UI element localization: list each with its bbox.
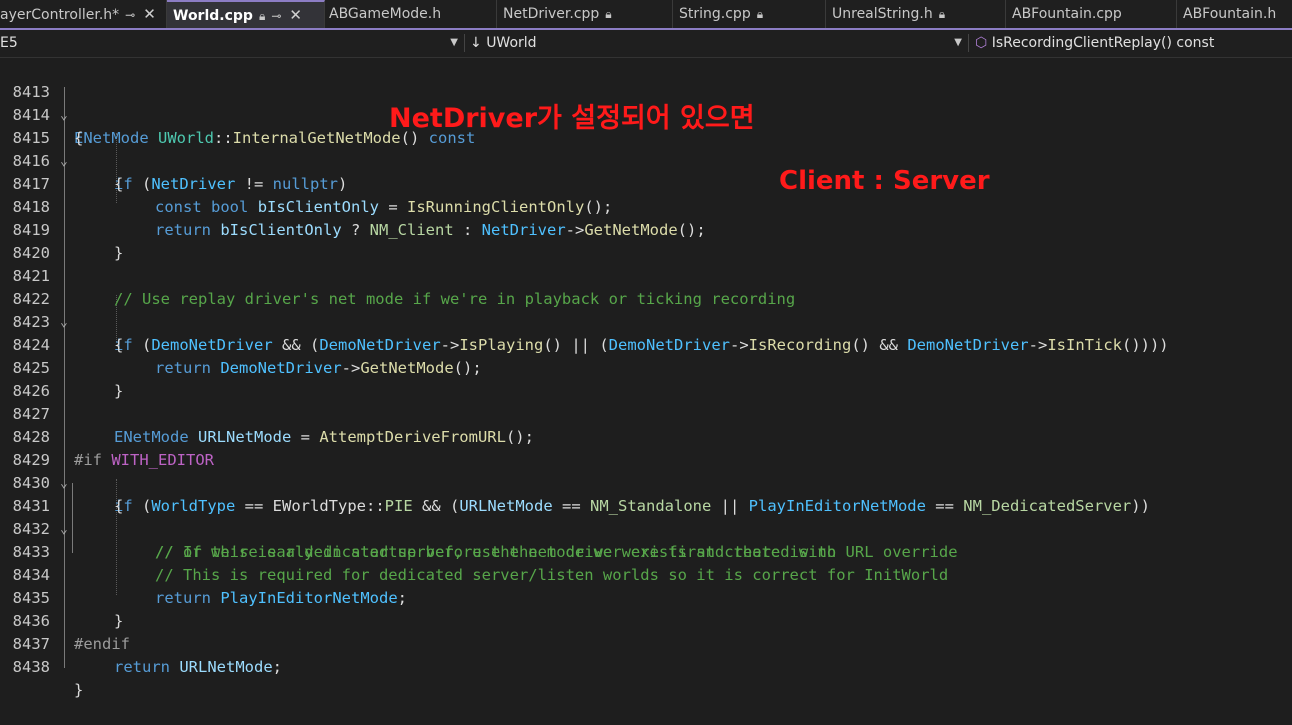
annotation-client-server: Client : Server <box>779 166 990 196</box>
close-icon[interactable]: ✕ <box>289 2 302 28</box>
pin-icon[interactable]: ⊸ <box>125 1 135 28</box>
code-line: 8413 ⌄ ENetMode UWorld::InternalGetNetMo… <box>0 58 1292 147</box>
tab-label: ayerController.h* <box>0 7 120 23</box>
code-line: 8437 return URLNetMode; <box>0 610 1292 676</box>
tab-abfountain-cpp[interactable]: ABFountain.cpp <box>1006 0 1177 28</box>
code-line: 8430 { <box>0 449 1292 515</box>
member-dropdown[interactable]: ⬡ IsRecordingClientReplay() const <box>975 32 1292 54</box>
code-line: 8438 } <box>0 633 1292 699</box>
scope-icon: ↓ <box>470 35 482 51</box>
code-line: 8426 <box>0 357 1292 400</box>
code-line: 8428 #if WITH_EDITOR <box>0 403 1292 469</box>
method-cube-icon: ⬡ <box>975 35 988 51</box>
divider <box>968 34 969 52</box>
code-line: 8418 return bIsClientOnly ? NM_Client : … <box>0 173 1292 239</box>
dropdown-arrow-icon: ▼ <box>450 37 458 48</box>
tab-label: ABFountain.cpp <box>1012 6 1122 22</box>
lock-icon: 🔒︎ <box>938 7 946 21</box>
code-line: 8432 // or this is a dedicated server, u… <box>0 495 1292 561</box>
code-line: 8427 ENetMode URLNetMode = AttemptDerive… <box>0 380 1292 446</box>
lock-icon: 🔒︎ <box>605 7 612 21</box>
code-editor[interactable]: 8413 ⌄ ENetMode UWorld::InternalGetNetMo… <box>0 58 1292 699</box>
code-line: 8433 // This is required for dedicated s… <box>0 518 1292 584</box>
tab-netdriver-cpp[interactable]: NetDriver.cpp 🔒︎ <box>497 0 673 28</box>
code-line: 8423 { <box>0 288 1292 354</box>
code-line: 8431 ⌄ // If we're early in startup befo… <box>0 472 1292 561</box>
code-line: 8424 return DemoNetDriver->GetNetMode(); <box>0 311 1292 377</box>
code-line: 8436 #endif <box>0 587 1292 653</box>
project-label: E5 <box>0 35 18 51</box>
code-line: 8419 } <box>0 196 1292 262</box>
tab-label: UnrealString.h <box>832 6 933 22</box>
project-dropdown[interactable]: E5 ▼ <box>0 32 462 54</box>
tab-label: ABFountain.h <box>1183 6 1277 22</box>
tab-label: ABGameMode.h <box>329 6 442 22</box>
lock-icon: 🔒︎ <box>258 9 266 23</box>
tab-world-cpp[interactable]: World.cpp 🔒︎ ⊸ ✕ <box>167 0 325 28</box>
code-line: 8429 ⌄ if (WorldType == EWorldType::PIE … <box>0 426 1292 515</box>
code-line: 8422 ⌄ if (DemoNetDriver && (DemoNetDriv… <box>0 265 1292 354</box>
close-icon[interactable]: ✕ <box>143 0 156 28</box>
member-label: IsRecordingClientReplay() const <box>991 35 1215 51</box>
line-number: 8438 <box>12 658 50 676</box>
code-line: 8421 // Use replay driver's net mode if … <box>0 242 1292 308</box>
tab-label: NetDriver.cpp <box>503 6 600 22</box>
scope-dropdown[interactable]: ↓ UWorld ▼ <box>470 32 966 54</box>
tab-bar: ayerController.h* ⊸ ✕ World.cpp 🔒︎ ⊸ ✕ ABGame… <box>0 0 1292 30</box>
navigation-bar: E5 ▼ ↓ UWorld ▼ ⬡ IsRecordingClientRepla… <box>0 30 1292 58</box>
tab-abfountain-h[interactable]: ABFountain.h <box>1177 0 1292 28</box>
tab-unrealstring-h[interactable]: UnrealString.h 🔒︎ <box>826 0 1006 28</box>
code-line: 8435 } <box>0 564 1292 630</box>
tab-playercontroller-h[interactable]: ayerController.h* ⊸ ✕ <box>0 0 167 28</box>
code-line: 8417 const bool bIsClientOnly = IsRunnin… <box>0 150 1292 216</box>
tab-abgamemode-h[interactable]: ABGameMode.h <box>325 0 497 28</box>
lock-icon: 🔒︎ <box>756 7 764 21</box>
pin-icon[interactable]: ⊸ <box>271 3 281 28</box>
tab-string-cpp[interactable]: String.cpp 🔒︎ <box>673 0 826 28</box>
scope-label: UWorld <box>486 35 537 51</box>
annotation-netdriver-set: NetDriver가 설정되어 있으면 <box>389 103 755 134</box>
dropdown-arrow-icon: ▼ <box>954 37 962 48</box>
tab-label: World.cpp <box>173 8 253 24</box>
code-line: 8420 <box>0 219 1292 262</box>
code-line: 8425 } <box>0 334 1292 400</box>
code-line: 8434 return PlayInEditorNetMode; <box>0 541 1292 607</box>
divider <box>464 34 465 52</box>
tab-label: String.cpp <box>679 6 751 22</box>
